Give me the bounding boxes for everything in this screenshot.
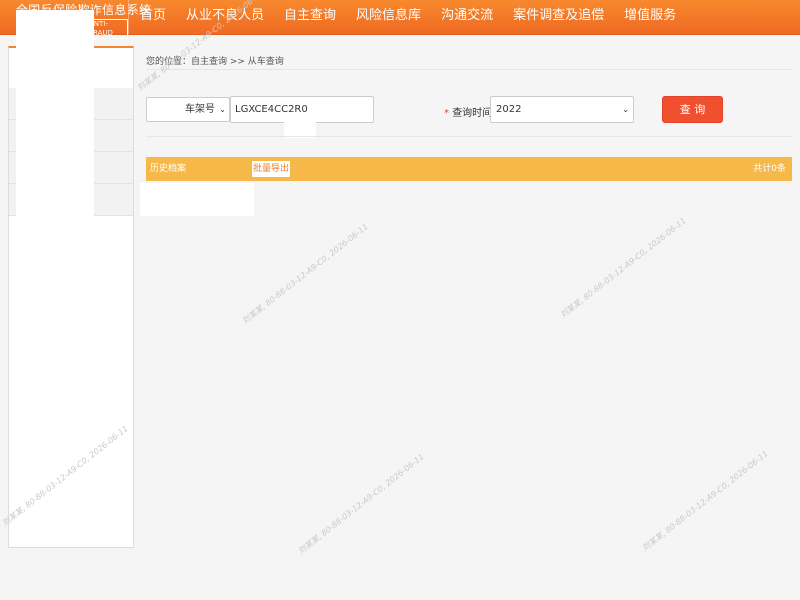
divider [146,69,792,70]
query-time-label: * 查询时间: [444,104,496,119]
main-nav: 首页 从业不良人员 自主查询 风险信息库 沟通交流 案件调查及追偿 增值服务 [130,0,686,34]
nav-value-added[interactable]: 增值服务 [614,0,686,34]
watermark: 刘某某, 80-88-03-12-A9-C0, 2026-06-11 [240,222,370,326]
nav-home[interactable]: 首页 [130,0,176,34]
total-count: 共计0条 [753,164,786,174]
search-type-select[interactable]: 车架号 ⌄ [146,97,230,122]
search-type-value: 车架号 [185,104,215,115]
nav-self-query[interactable]: 自主查询 [274,0,346,34]
nav-risk-database[interactable]: 风险信息库 [346,0,431,34]
divider [146,136,792,137]
year-select[interactable]: 2022 ⌄ [490,96,634,123]
nav-case-investigation[interactable]: 案件调查及追偿 [503,0,614,34]
redaction-block [140,183,254,216]
watermark: 刘某某, 80-88-03-12-A9-C0, 2026-06-11 [558,216,688,320]
watermark: 刘某某, 80-88-03-12-A9-C0, 2026-06-11 [640,449,770,553]
top-header: 全国反保险欺诈信息系统 ANTI-FRAUD 首页 从业不良人员 自主查询 风险… [0,0,800,39]
year-value: 2022 [496,104,522,115]
watermark: 刘某某, 80-88-03-12-A9-C0, 2026-06-11 [296,452,426,556]
chevron-down-icon: ⌄ [622,105,629,114]
batch-export-button[interactable]: 批量导出 [252,161,290,177]
nav-bad-personnel[interactable]: 从业不良人员 [176,0,274,34]
required-mark: * [444,108,449,119]
history-label: 历史档案 [150,164,187,174]
history-table-header: 历史档案 批量导出 共计0条 [146,157,792,181]
query-button[interactable]: 查 询 [662,96,723,123]
breadcrumb: 您的位置：自主查询 >> 从车查询 [146,57,284,67]
redaction-block [284,112,316,138]
redaction-block [16,10,94,508]
chevron-down-icon: ⌄ [219,105,226,114]
nav-communication[interactable]: 沟通交流 [431,0,503,34]
